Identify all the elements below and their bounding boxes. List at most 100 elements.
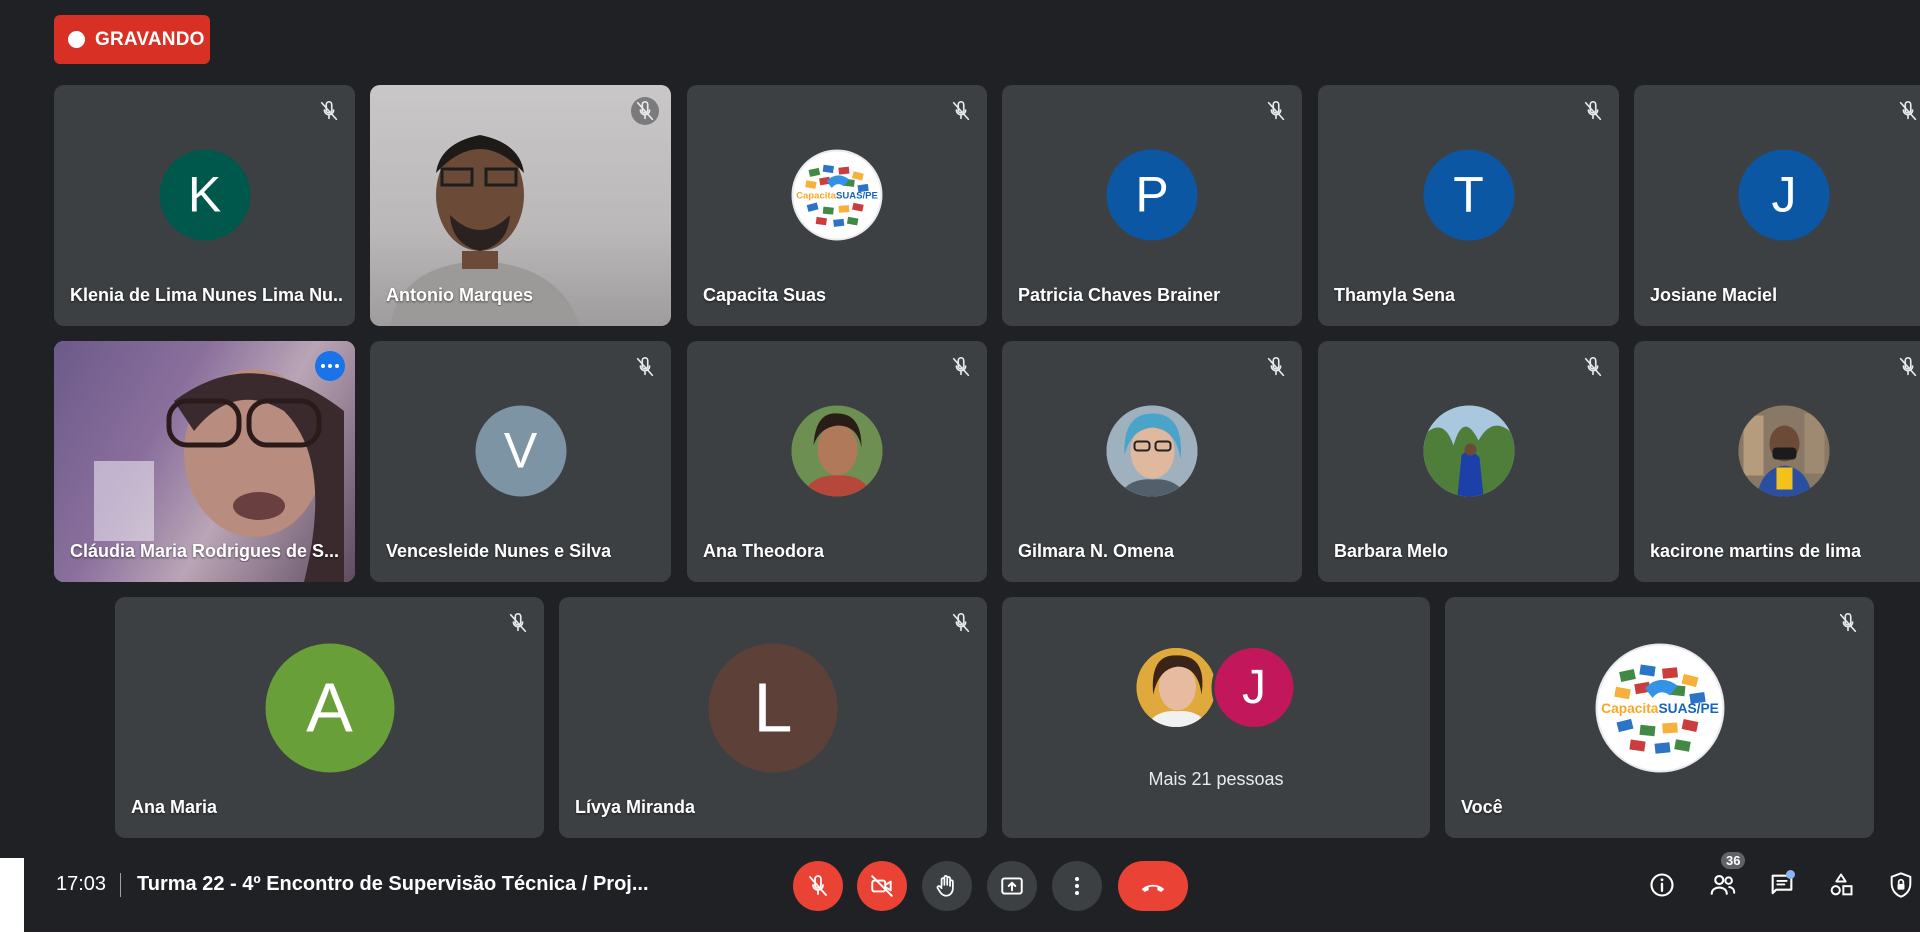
svg-text:CapacitaSUAS/PE: CapacitaSUAS/PE <box>1601 701 1719 716</box>
toggle-camera-button[interactable] <box>857 861 907 911</box>
mic-off-icon <box>947 609 975 637</box>
meeting-clock: 17:03 <box>56 873 107 895</box>
raise-hand-button[interactable] <box>922 861 972 911</box>
participant-name: Antonio Marques <box>386 285 533 305</box>
participant-tile[interactable]: Barbara Melo <box>1318 341 1619 582</box>
participant-tile[interactable]: P Patricia Chaves Brainer <box>1002 85 1302 326</box>
self-tile[interactable]: CapacitaSUAS/PE Você <box>1445 597 1874 838</box>
videocam-off-icon <box>871 875 893 897</box>
participant-tile[interactable]: CapacitaSUAS/PE Capacita Suas <box>687 85 987 326</box>
mic-off-icon <box>947 97 975 125</box>
avatar: K <box>159 149 250 240</box>
toggle-mic-button[interactable] <box>793 861 843 911</box>
meeting-title: Turma 22 - 4º Encontro de Supervisão Téc… <box>137 873 649 895</box>
recording-label: GRAVANDO <box>95 28 205 50</box>
avatar: J <box>1211 645 1297 730</box>
more-people-tile[interactable]: J Mais 21 pessoas <box>1002 597 1430 838</box>
mic-off-icon <box>631 353 659 381</box>
hand-icon <box>936 875 954 897</box>
svg-text:CapacitaSUAS/PE: CapacitaSUAS/PE <box>796 190 878 201</box>
profile-photo-icon <box>1106 405 1198 496</box>
participant-name: Josiane Maciel <box>1650 285 1778 305</box>
call-end-icon <box>1141 884 1165 892</box>
avatar: V <box>475 405 566 496</box>
present-screen-button[interactable] <box>987 861 1037 911</box>
more-options-button[interactable] <box>1052 861 1102 911</box>
meet-stage: GRAVANDO K Klenia de Lima Nunes Lima Nu.… <box>0 0 1920 932</box>
participant-tile[interactable]: Ana Theodora <box>687 341 987 582</box>
chat-notification-dot <box>1786 870 1795 879</box>
participant-tile[interactable]: Antonio Marques <box>370 85 671 326</box>
mic-off-icon <box>315 97 343 125</box>
profile-photo-icon <box>1136 648 1216 727</box>
window-edge <box>0 858 24 932</box>
avatar-photo <box>1738 405 1830 496</box>
participant-name: Lívya Miranda <box>575 797 696 817</box>
avatar-photo <box>1423 405 1514 496</box>
participant-tile[interactable]: kacirone martins de lima <box>1634 341 1920 582</box>
participant-tile[interactable]: K Klenia de Lima Nunes Lima Nu... <box>54 85 355 326</box>
mic-off-icon <box>1894 353 1920 381</box>
participant-name: kacirone martins de lima <box>1650 541 1862 561</box>
participant-name: Vencesleide Nunes e Silva <box>386 541 612 561</box>
more-options-button[interactable] <box>315 351 345 381</box>
participant-name: Ana Theodora <box>703 541 825 561</box>
participant-name: Barbara Melo <box>1334 541 1449 561</box>
avatar: J <box>1738 149 1830 240</box>
recording-badge[interactable]: GRAVANDO <box>54 15 210 64</box>
host-controls-icon <box>1890 872 1912 898</box>
participant-tile[interactable]: L Lívya Miranda <box>559 597 987 838</box>
present-screen-icon <box>1001 877 1023 895</box>
avatar-photo <box>1133 645 1219 730</box>
profile-photo-icon <box>1423 405 1514 496</box>
capacita-logo-avatar: CapacitaSUAS/PE <box>1595 643 1724 772</box>
participant-name: Ana Maria <box>131 797 218 817</box>
mic-off-icon <box>1262 353 1290 381</box>
profile-photo-icon <box>1738 405 1830 496</box>
mic-off-icon <box>1894 97 1920 125</box>
participant-tile[interactable]: T Thamyla Sena <box>1318 85 1619 326</box>
participant-tile[interactable]: A Ana Maria <box>115 597 544 838</box>
capacita-logo-icon: CapacitaSUAS/PE <box>1601 645 1719 770</box>
participant-name: Patricia Chaves Brainer <box>1018 285 1221 305</box>
mic-off-icon <box>806 874 830 898</box>
avatar: L <box>708 643 838 772</box>
meeting-details-button[interactable] <box>1645 868 1679 902</box>
end-call-button[interactable] <box>1118 861 1188 911</box>
mic-off-icon <box>504 609 532 637</box>
avatar-photo <box>791 405 883 496</box>
participant-name: Gilmara N. Omena <box>1018 541 1175 561</box>
participants-count-badge: 36 <box>1721 852 1746 869</box>
people-icon <box>1710 874 1736 895</box>
mic-off-icon <box>1579 97 1607 125</box>
avatar: A <box>265 643 394 772</box>
mic-off-icon <box>947 353 975 381</box>
participant-name: Você <box>1461 797 1503 817</box>
mic-off-icon <box>1262 97 1290 125</box>
divider <box>120 873 121 897</box>
capacita-logo-icon: CapacitaSUAS/PE <box>796 151 878 238</box>
avatar-photo <box>1106 405 1198 496</box>
profile-photo-icon <box>791 405 883 496</box>
participant-tile[interactable]: J Josiane Maciel <box>1634 85 1920 326</box>
participant-tile[interactable]: Gilmara N. Omena <box>1002 341 1302 582</box>
mic-off-icon <box>1579 353 1607 381</box>
more-people-label: Mais 21 pessoas <box>1148 769 1284 789</box>
host-controls-button[interactable] <box>1884 868 1918 902</box>
participant-name: Capacita Suas <box>703 285 827 305</box>
info-icon <box>1650 873 1674 897</box>
avatar: P <box>1106 149 1198 240</box>
people-stack: J <box>1133 645 1299 731</box>
mic-off-icon <box>1834 609 1862 637</box>
more-vert-icon <box>1075 877 1079 895</box>
participant-tile-active-speaker[interactable]: Cláudia Maria Rodrigues de S... <box>54 341 355 582</box>
participant-name: Cláudia Maria Rodrigues de S... <box>70 541 340 561</box>
record-dot-icon <box>68 31 85 48</box>
activities-button[interactable] <box>1824 868 1858 902</box>
avatar: T <box>1423 149 1514 240</box>
capacita-logo-avatar: CapacitaSUAS/PE <box>791 149 883 240</box>
mic-off-icon <box>631 97 659 125</box>
participant-tile[interactable]: V Vencesleide Nunes e Silva <box>370 341 671 582</box>
participants-button[interactable] <box>1706 868 1740 902</box>
participant-name: Thamyla Sena <box>1334 285 1456 305</box>
